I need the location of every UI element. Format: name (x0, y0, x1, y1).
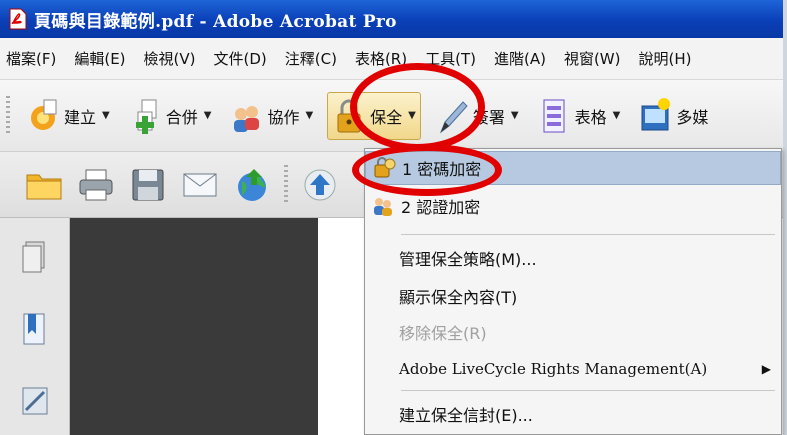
multimedia-label: 多媒 (676, 107, 709, 127)
menu-item-manage-security-policies[interactable]: 管理保全策略(M)... (365, 241, 781, 275)
collaborate-button[interactable]: 協作 ▼ (225, 92, 317, 140)
livecycle-rights-management-label: Adobe LiveCycle Rights Management(A) (399, 360, 708, 378)
menu-document[interactable]: 文件(D) (214, 48, 267, 69)
menu-view[interactable]: 檢視(V) (144, 48, 196, 69)
certificate-people-icon (374, 198, 392, 216)
create-pdf-icon (31, 99, 57, 130)
combine-button[interactable]: 合併 ▼ (124, 92, 216, 140)
navigation-panel (0, 218, 70, 435)
menu-window[interactable]: 視窗(W) (564, 48, 621, 69)
chevron-down-icon: ▼ (203, 110, 212, 121)
form-icon (543, 99, 565, 132)
menu-advanced[interactable]: 進階(A) (494, 48, 546, 69)
chevron-down-icon: ▼ (612, 110, 621, 121)
combine-files-icon (135, 99, 157, 134)
menu-item-create-security-envelope[interactable]: 建立保全信封(E)... (365, 397, 781, 431)
menu-item-remove-security: 移除保全(R) (365, 315, 781, 349)
previous-page-up-arrow-icon[interactable] (300, 165, 340, 205)
multimedia-icon (641, 97, 671, 130)
certificate-encryption-label: 2 認證加密 (401, 198, 481, 217)
menu-item-livecycle-rights-management[interactable]: Adobe LiveCycle Rights Management(A) ▶ (365, 352, 781, 386)
globe-upload-icon[interactable] (232, 165, 272, 205)
manage-security-policies-label: 管理保全策略(M)... (399, 250, 537, 269)
submenu-arrow-icon: ▶ (761, 362, 771, 376)
acrobat-pdf-icon (9, 8, 27, 30)
forms-button[interactable]: 表格 ▼ (533, 92, 625, 140)
print-icon[interactable] (76, 165, 116, 205)
acrobat-window: 頁碼與目錄範例.pdf - Adobe Acrobat Pro 檔案(F) 編輯… (0, 0, 787, 435)
annotation-circle-secure-button (350, 63, 485, 151)
toolbar-grip[interactable] (284, 164, 288, 205)
signatures-icon[interactable] (18, 382, 52, 420)
show-security-properties-label: 顯示保全內容(T) (399, 288, 518, 307)
chevron-down-icon: ▼ (510, 110, 519, 121)
window-title: 頁碼與目錄範例.pdf - Adobe Acrobat Pro (34, 11, 397, 32)
open-folder-icon[interactable] (24, 165, 64, 205)
title-bar: 頁碼與目錄範例.pdf - Adobe Acrobat Pro (0, 0, 783, 38)
combine-label: 合併 (165, 107, 198, 127)
document-pane (70, 218, 360, 435)
menu-file[interactable]: 檔案(F) (6, 48, 56, 69)
chevron-down-icon: ▼ (305, 110, 314, 121)
create-label: 建立 (64, 107, 97, 127)
toolbar-grip[interactable] (6, 95, 10, 136)
multimedia-button[interactable]: 多媒 (634, 92, 712, 140)
chevron-down-icon: ▼ (102, 110, 110, 121)
bookmarks-icon[interactable] (18, 310, 52, 348)
forms-label: 表格 (574, 107, 607, 127)
save-disk-icon[interactable] (128, 165, 168, 205)
create-button[interactable]: 建立 ▼ (22, 92, 114, 140)
remove-security-label: 移除保全(R) (399, 324, 487, 343)
menu-comments[interactable]: 注釋(C) (285, 48, 337, 69)
annotation-circle-password-encryption (352, 144, 502, 196)
pages-icon[interactable] (18, 238, 52, 276)
menu-item-show-security-properties[interactable]: 顯示保全內容(T) (365, 279, 781, 313)
create-security-envelope-label: 建立保全信封(E)... (399, 406, 533, 425)
menu-edit[interactable]: 編輯(E) (74, 48, 125, 69)
document-page (318, 218, 364, 435)
menu-help[interactable]: 說明(H) (638, 48, 691, 69)
collaborate-label: 協作 (267, 107, 300, 127)
menu-separator (401, 234, 775, 235)
menu-separator (401, 390, 775, 391)
collaborate-people-icon (234, 105, 260, 132)
email-icon[interactable] (180, 165, 220, 205)
